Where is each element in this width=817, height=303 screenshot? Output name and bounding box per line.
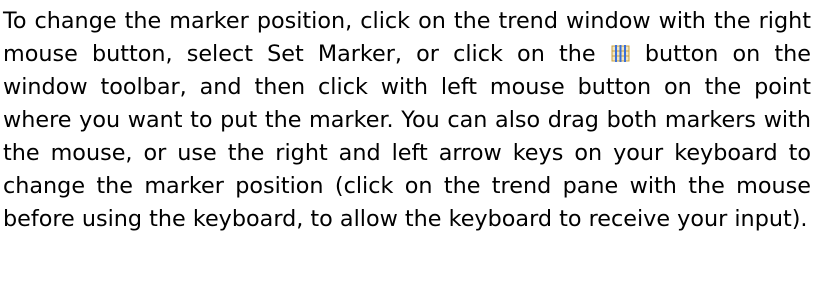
set-marker-icon <box>611 44 630 63</box>
help-text-part2: button on the window toolbar, and then c… <box>3 41 811 232</box>
help-paragraph: To change the marker position, click on … <box>3 5 811 236</box>
